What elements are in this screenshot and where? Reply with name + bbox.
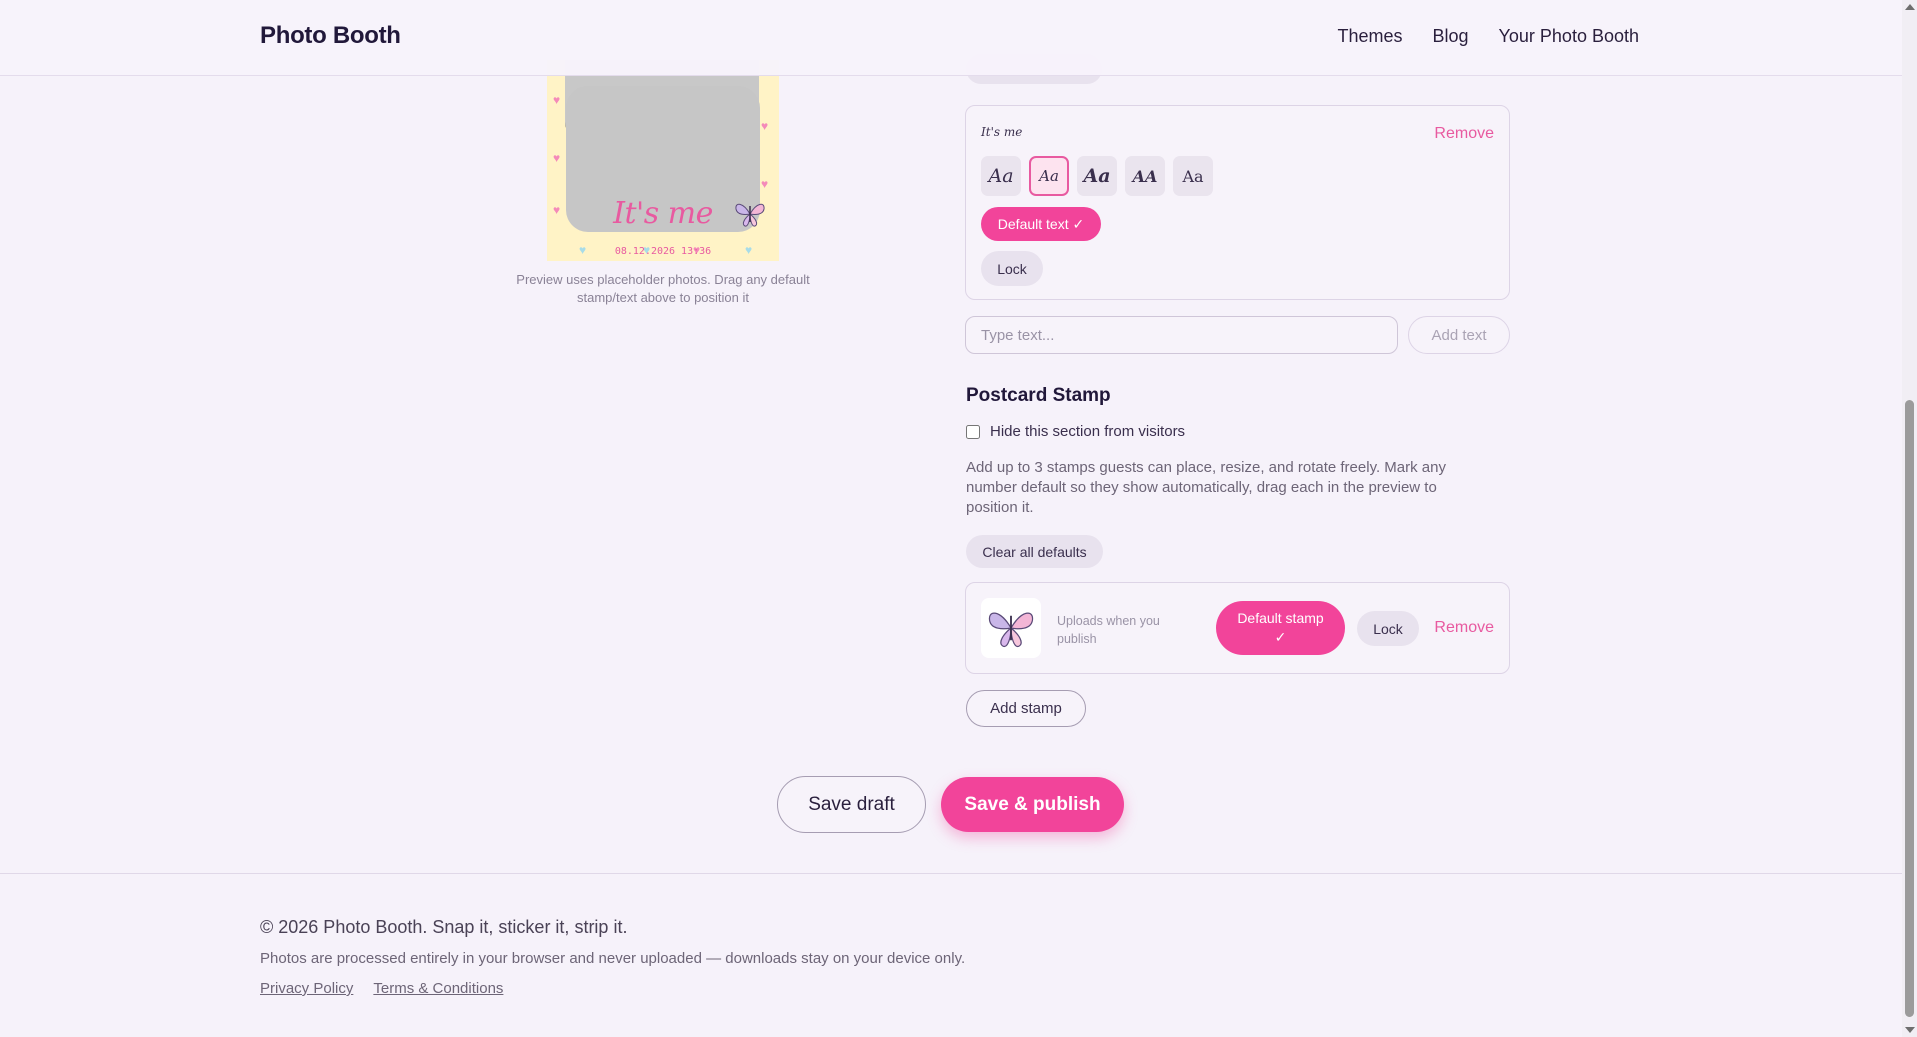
nav-your-photo-booth[interactable]: Your Photo Booth xyxy=(1499,26,1639,47)
add-text-button[interactable]: Add text xyxy=(1408,316,1510,354)
main-nav: Themes Blog Your Photo Booth xyxy=(1337,26,1639,47)
heart-icon: ♥ xyxy=(553,93,561,107)
nav-blog[interactable]: Blog xyxy=(1433,26,1469,47)
nav-themes[interactable]: Themes xyxy=(1337,26,1402,47)
viewport: ♥ ♥ ♥ ♥ ♥ ♥ ♥ ♥ ♥ It's me 08.12.2026 13:… xyxy=(0,0,1902,1037)
font-option-bold[interactable]: AA xyxy=(1125,156,1165,196)
butterfly-stamp-icon[interactable] xyxy=(733,200,767,233)
default-text-toggle[interactable]: Default text ✓ xyxy=(981,207,1101,241)
save-draft-button[interactable]: Save draft xyxy=(777,776,926,833)
butterfly-icon xyxy=(988,612,1034,647)
font-option-serif[interactable]: Aa xyxy=(1173,156,1213,196)
stamp-description: Add up to 3 stamps guests can place, res… xyxy=(966,459,1446,516)
heart-icon: ♥ xyxy=(761,119,769,133)
remove-text-link[interactable]: Remove xyxy=(1434,125,1494,143)
default-stamp-label: Default stamp xyxy=(1237,610,1324,626)
remove-stamp-link[interactable]: Remove xyxy=(1434,619,1494,637)
stamp-item-card: Uploads when you publish Default stamp ✓… xyxy=(965,582,1510,674)
hide-section-label: Hide this section from visitors xyxy=(990,423,1186,440)
check-icon: ✓ xyxy=(1274,629,1287,645)
page-scrollbar[interactable] xyxy=(1902,0,1917,1037)
brand-logo[interactable]: Photo Booth xyxy=(260,22,401,50)
hide-section-checkbox[interactable] xyxy=(966,424,980,439)
text-item-card: It's me Remove Aa Aa Aa AA Aa Default te… xyxy=(965,105,1510,300)
terms-link[interactable]: Terms & Conditions xyxy=(373,980,503,997)
default-stamp-toggle[interactable]: Default stamp ✓ xyxy=(1216,601,1345,655)
site-header: Photo Booth Themes Blog Your Photo Booth xyxy=(0,0,1902,76)
footer-privacy-note: Photos are processed entirely in your br… xyxy=(260,950,966,967)
clear-all-defaults-button[interactable]: Clear all defaults xyxy=(966,535,1103,568)
font-option-handwriting[interactable]: Aa xyxy=(1029,156,1069,196)
lock-stamp-button[interactable]: Lock xyxy=(1357,611,1419,646)
footer: © 2026 Photo Booth. Snap it, sticker it,… xyxy=(0,873,1902,1037)
footer-links: Privacy Policy Terms & Conditions xyxy=(260,980,503,997)
heart-icon: ♥ xyxy=(553,151,561,165)
privacy-policy-link[interactable]: Privacy Policy xyxy=(260,980,353,997)
hide-section-row: Hide this section from visitors xyxy=(966,423,1185,440)
font-option-script[interactable]: Aa xyxy=(981,156,1021,196)
preview-note: Preview uses placeholder photos. Drag an… xyxy=(516,272,810,305)
stamp-upload-note: Uploads when you publish xyxy=(1057,614,1160,646)
type-text-input[interactable] xyxy=(965,316,1398,354)
scroll-down-arrow-icon[interactable] xyxy=(1905,1027,1915,1033)
lock-text-button[interactable]: Lock xyxy=(981,251,1043,286)
add-stamp-button[interactable]: Add stamp xyxy=(966,690,1086,727)
scroll-up-arrow-icon[interactable] xyxy=(1905,4,1915,10)
font-option-cursive[interactable]: Aa xyxy=(1077,156,1117,196)
footer-copyright: © 2026 Photo Booth. Snap it, sticker it,… xyxy=(260,917,628,937)
date-stamp: 08.12.2026 13:36 xyxy=(614,246,712,257)
text-item-label: It's me xyxy=(981,125,1023,139)
photo-strip-preview[interactable]: ♥ ♥ ♥ ♥ ♥ ♥ ♥ ♥ ♥ It's me 08.12.2026 13:… xyxy=(547,60,779,261)
font-style-options: Aa Aa Aa AA Aa xyxy=(981,156,1213,196)
scrollbar-thumb[interactable] xyxy=(1905,400,1914,1017)
section-title-postcard-stamp: Postcard Stamp xyxy=(966,385,1111,406)
stamp-thumbnail xyxy=(981,598,1041,658)
save-publish-button[interactable]: Save & publish xyxy=(941,777,1124,832)
heart-icon: ♥ xyxy=(761,177,769,191)
